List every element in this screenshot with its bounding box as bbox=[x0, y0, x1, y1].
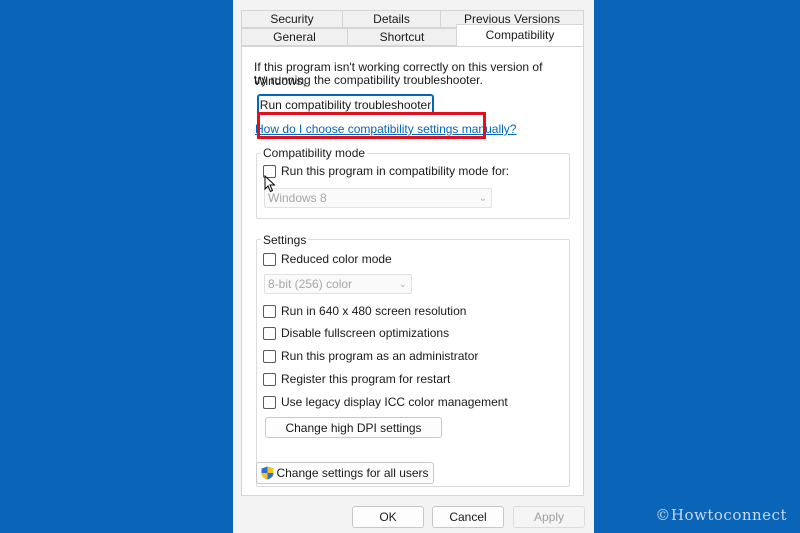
resolution-640-checkbox[interactable]: Run in 640 x 480 screen resolution bbox=[263, 304, 466, 318]
checkbox-box[interactable] bbox=[263, 304, 276, 318]
checkbox-box[interactable] bbox=[263, 349, 276, 363]
watermark-text: ©Howtoconnect bbox=[655, 506, 787, 524]
tab-security[interactable]: Security bbox=[241, 10, 342, 28]
tab-shortcut[interactable]: Shortcut bbox=[347, 28, 456, 46]
intro-text-line-2: try running the compatibility troublesho… bbox=[254, 73, 483, 87]
properties-dialog: Security Details Previous Versions Gener… bbox=[233, 0, 594, 533]
settings-legend: Settings bbox=[261, 233, 309, 247]
run-as-admin-label: Run this program as an administrator bbox=[281, 349, 479, 363]
compat-mode-label: Run this program in compatibility mode f… bbox=[281, 164, 510, 178]
chevron-down-icon: ⌄ bbox=[398, 279, 407, 290]
checkbox-box[interactable] bbox=[263, 252, 276, 266]
chevron-down-icon: ⌄ bbox=[478, 193, 487, 204]
windows-version-value: Windows 8 bbox=[268, 191, 327, 205]
run-as-admin-checkbox[interactable]: Run this program as an administrator bbox=[263, 349, 478, 363]
change-all-users-button[interactable]: Change settings for all users bbox=[256, 462, 434, 484]
mouse-cursor-icon bbox=[264, 174, 276, 196]
help-link[interactable]: How do I choose compatibility settings m… bbox=[255, 122, 516, 136]
tab-general[interactable]: General bbox=[241, 28, 347, 46]
register-restart-checkbox[interactable]: Register this program for restart bbox=[263, 372, 450, 386]
reduced-color-label: Reduced color mode bbox=[281, 252, 392, 266]
checkbox-box[interactable] bbox=[263, 326, 276, 340]
checkbox-box[interactable] bbox=[263, 372, 276, 386]
color-depth-value: 8-bit (256) color bbox=[268, 277, 353, 291]
compatibility-panel: If this program isn't working correctly … bbox=[241, 46, 584, 496]
tab-compatibility[interactable]: Compatibility bbox=[456, 24, 584, 46]
legacy-icc-checkbox[interactable]: Use legacy display ICC color management bbox=[263, 395, 508, 409]
resolution-640-label: Run in 640 x 480 screen resolution bbox=[281, 304, 467, 318]
color-depth-select[interactable]: 8-bit (256) color ⌄ bbox=[264, 274, 412, 294]
cancel-button[interactable]: Cancel bbox=[432, 506, 504, 528]
register-restart-label: Register this program for restart bbox=[281, 372, 451, 386]
shield-icon bbox=[261, 466, 274, 480]
apply-button[interactable]: Apply bbox=[513, 506, 585, 528]
tab-row-bottom: General Shortcut Compatibility bbox=[241, 24, 584, 46]
legacy-icc-label: Use legacy display ICC color management bbox=[281, 395, 508, 409]
fullscreen-opt-checkbox[interactable]: Disable fullscreen optimizations bbox=[263, 326, 449, 340]
compat-mode-checkbox[interactable]: Run this program in compatibility mode f… bbox=[263, 164, 509, 178]
reduced-color-checkbox[interactable]: Reduced color mode bbox=[263, 252, 392, 266]
ok-button[interactable]: OK bbox=[352, 506, 424, 528]
fullscreen-opt-label: Disable fullscreen optimizations bbox=[281, 326, 450, 340]
change-all-users-label: Change settings for all users bbox=[276, 466, 429, 480]
windows-version-select[interactable]: Windows 8 ⌄ bbox=[264, 188, 492, 208]
change-dpi-button[interactable]: Change high DPI settings bbox=[265, 417, 442, 438]
tab-details[interactable]: Details bbox=[342, 10, 440, 28]
checkbox-box[interactable] bbox=[263, 395, 276, 409]
compatibility-mode-group bbox=[256, 153, 570, 219]
run-troubleshooter-button[interactable]: Run compatibility troubleshooter bbox=[257, 94, 434, 115]
compatibility-mode-legend: Compatibility mode bbox=[261, 146, 368, 160]
